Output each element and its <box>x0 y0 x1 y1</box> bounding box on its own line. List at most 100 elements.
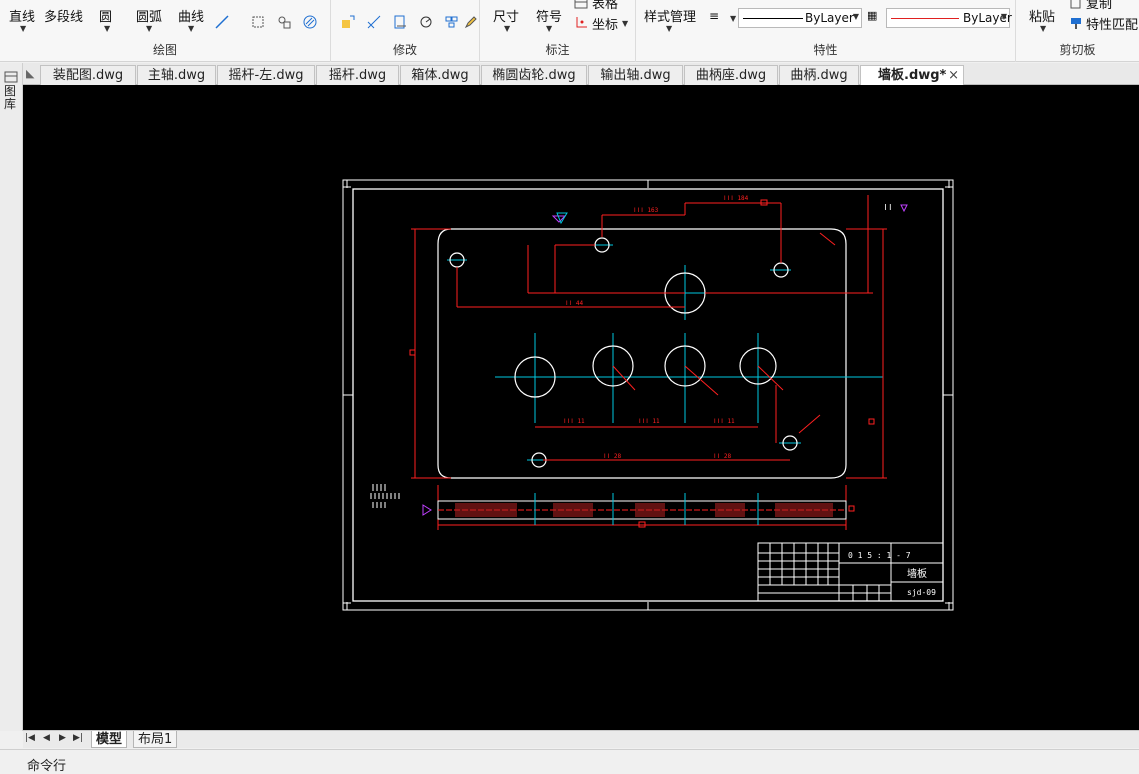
line-button[interactable]: 直线 <box>9 6 35 25</box>
plate-view: ǀǀǀ 163 ǀǀǀ 184 ǀǀ 44 ǀǀ 28 ǀǀ 28 ǀǀǀ 11… <box>409 195 908 530</box>
style-manager-button[interactable]: 样式管理 <box>644 6 696 25</box>
lineweight-icon[interactable]: ≡ <box>709 9 719 23</box>
title-block-scale: 0 1 5 : 1 - 7 <box>848 551 911 560</box>
curve-dropdown-icon[interactable]: ▼ <box>188 24 194 33</box>
dim-text: ǀǀǀ 11 <box>713 418 735 425</box>
rotate-icon[interactable] <box>418 14 434 30</box>
color-grid-icon[interactable]: ▦ <box>867 9 877 22</box>
paste-dropdown-icon[interactable]: ▼ <box>1040 24 1046 33</box>
arc-dropdown-icon[interactable]: ▼ <box>146 24 152 33</box>
dim-text: ǀǀ 28 <box>713 453 731 460</box>
tab-wall-plate[interactable]: 墙板.dwg* × <box>860 65 964 85</box>
line-dropdown-icon[interactable]: ▼ <box>20 24 26 33</box>
tab-label: 曲柄.dwg <box>790 68 848 83</box>
copy-object-icon[interactable] <box>392 14 408 30</box>
properties-group-label: 特性 <box>813 43 838 57</box>
tab-layout1[interactable]: 布局1 <box>133 731 178 748</box>
tab-label: 装配图.dwg <box>52 68 124 83</box>
shapes-icon[interactable] <box>276 14 292 30</box>
color-dropdown-icon[interactable]: ▼ <box>1001 12 1007 21</box>
prev-layout-icon[interactable]: ◀ <box>43 733 50 743</box>
tab-crank[interactable]: 曲柄.dwg <box>779 65 859 85</box>
tab-label: 布局1 <box>138 732 173 747</box>
dimension-dropdown-icon[interactable]: ▼ <box>504 24 510 33</box>
title-block-code: sjd-09 <box>907 588 936 597</box>
coordinate-icon[interactable] <box>573 15 589 31</box>
edit-icon[interactable] <box>463 14 479 30</box>
tab-label: 摇杆-左.dwg <box>228 68 304 83</box>
clipboard-group: 粘贴 ▼ 复制 特性匹配 剪切板 <box>1016 0 1139 62</box>
drawing-frame <box>342 179 954 611</box>
tab-crank-seat[interactable]: 曲柄座.dwg <box>684 65 778 85</box>
style-manager-dropdown-icon[interactable]: ▼ <box>666 24 672 33</box>
draw-group-label: 绘图 <box>152 43 177 57</box>
match-properties-button[interactable]: 特性匹配 <box>1086 14 1138 33</box>
linetype-value: ByLayer <box>805 11 854 25</box>
dim-text: ǀǀǀ 11 <box>638 418 660 425</box>
linetype-select[interactable]: ByLayer ▼ <box>738 8 862 28</box>
color-select[interactable]: ByLayer ▼ <box>886 8 1012 28</box>
dim-text: ǀǀ 28 <box>603 453 621 460</box>
tab-label: 椭圆齿轮.dwg <box>492 68 576 83</box>
command-line[interactable]: 命令行 <box>0 749 1139 774</box>
dimension-button[interactable]: 尺寸 <box>493 6 519 25</box>
copy-button[interactable]: 复制 <box>1086 0 1112 12</box>
construction-line-icon[interactable] <box>214 14 230 30</box>
tab-rocker[interactable]: 摇杆.dwg <box>316 65 399 85</box>
coordinate-button[interactable]: 坐标 <box>592 14 618 33</box>
paste-button[interactable]: 粘贴 <box>1029 6 1055 25</box>
tab-assembly[interactable]: 装配图.dwg <box>40 65 136 85</box>
match-properties-icon[interactable] <box>1068 15 1084 31</box>
coordinate-dropdown-icon[interactable]: ▼ <box>622 19 628 28</box>
dim-text: ǀǀǀ 184 <box>723 195 749 202</box>
tab-label: 输出轴.dwg <box>600 68 671 83</box>
tab-label: 模型 <box>96 732 123 747</box>
first-layout-icon[interactable]: |◀ <box>25 733 35 743</box>
lineweight-dropdown-icon[interactable]: ▼ <box>730 14 736 23</box>
circle-dropdown-icon[interactable]: ▼ <box>104 24 110 33</box>
dim-text: ǀǀ 44 <box>565 300 583 307</box>
hatch-icon[interactable] <box>302 14 318 30</box>
rectangle-icon[interactable] <box>250 14 266 30</box>
curve-button[interactable]: 曲线 <box>178 6 204 25</box>
linetype-preview <box>743 18 803 19</box>
symbol-button[interactable]: 符号 <box>536 6 562 25</box>
draw-group: 直线 ▼ 多段线 圆 ▼ 圆弧 ▼ 曲线 ▼ 绘图 <box>0 0 331 62</box>
dim-text: ǀǀǀ 11 <box>563 418 585 425</box>
table-icon[interactable] <box>573 0 589 10</box>
copy-icon[interactable] <box>1068 0 1084 10</box>
svg-text:ǀǀ: ǀǀ <box>883 203 893 212</box>
linetype-dropdown-icon[interactable]: ▼ <box>853 12 859 21</box>
modify-group: 修改 <box>331 0 480 62</box>
tab-model[interactable]: 模型 <box>91 731 128 748</box>
dim-text: ǀǀǀ 163 <box>633 207 659 214</box>
arc-button[interactable]: 圆弧 <box>136 6 162 25</box>
trim-icon[interactable] <box>366 14 382 30</box>
next-layout-icon[interactable]: ▶ <box>59 733 66 743</box>
annotate-group-label: 标注 <box>545 43 570 57</box>
library-icon[interactable] <box>4 71 18 83</box>
left-panel: 图库 <box>0 63 23 731</box>
section-view <box>422 493 855 528</box>
annotate-group: 尺寸 ▼ 符号 ▼ 表格 坐标 ▼ 标注 <box>480 0 636 62</box>
table-button[interactable]: 表格 <box>592 0 618 12</box>
last-layout-icon[interactable]: ▶| <box>73 733 83 743</box>
symbol-dropdown-icon[interactable]: ▼ <box>546 24 552 33</box>
tab-label: 箱体.dwg <box>411 68 469 83</box>
tab-output-shaft[interactable]: 输出轴.dwg <box>588 65 683 85</box>
tab-rocker-left[interactable]: 摇杆-左.dwg <box>217 65 315 85</box>
drawing-canvas[interactable]: ǀǀǀ 163 ǀǀǀ 184 ǀǀ 44 ǀǀ 28 ǀǀ 28 ǀǀǀ 11… <box>23 85 1139 730</box>
tab-main-shaft[interactable]: 主轴.dwg <box>137 65 216 85</box>
library-panel-label[interactable]: 图库 <box>4 85 18 111</box>
move-icon[interactable] <box>340 14 356 30</box>
tab-housing[interactable]: 箱体.dwg <box>400 65 480 85</box>
polyline-button[interactable]: 多段线 <box>44 6 83 25</box>
tab-label: 墙板.dwg* <box>878 68 947 83</box>
tab-scroll-left-icon[interactable]: ◣ <box>26 67 34 80</box>
close-icon[interactable]: × <box>948 66 959 85</box>
tab-elliptical-gear[interactable]: 椭圆齿轮.dwg <box>481 65 587 85</box>
array-icon[interactable] <box>444 14 460 30</box>
drawing-svg[interactable]: ǀǀǀ 163 ǀǀǀ 184 ǀǀ 44 ǀǀ 28 ǀǀ 28 ǀǀǀ 11… <box>23 85 1139 730</box>
file-tabbar: ◣ 装配图.dwg 主轴.dwg 摇杆-左.dwg 摇杆.dwg 箱体.dwg … <box>0 63 1139 85</box>
circle-button[interactable]: 圆 <box>99 6 112 25</box>
